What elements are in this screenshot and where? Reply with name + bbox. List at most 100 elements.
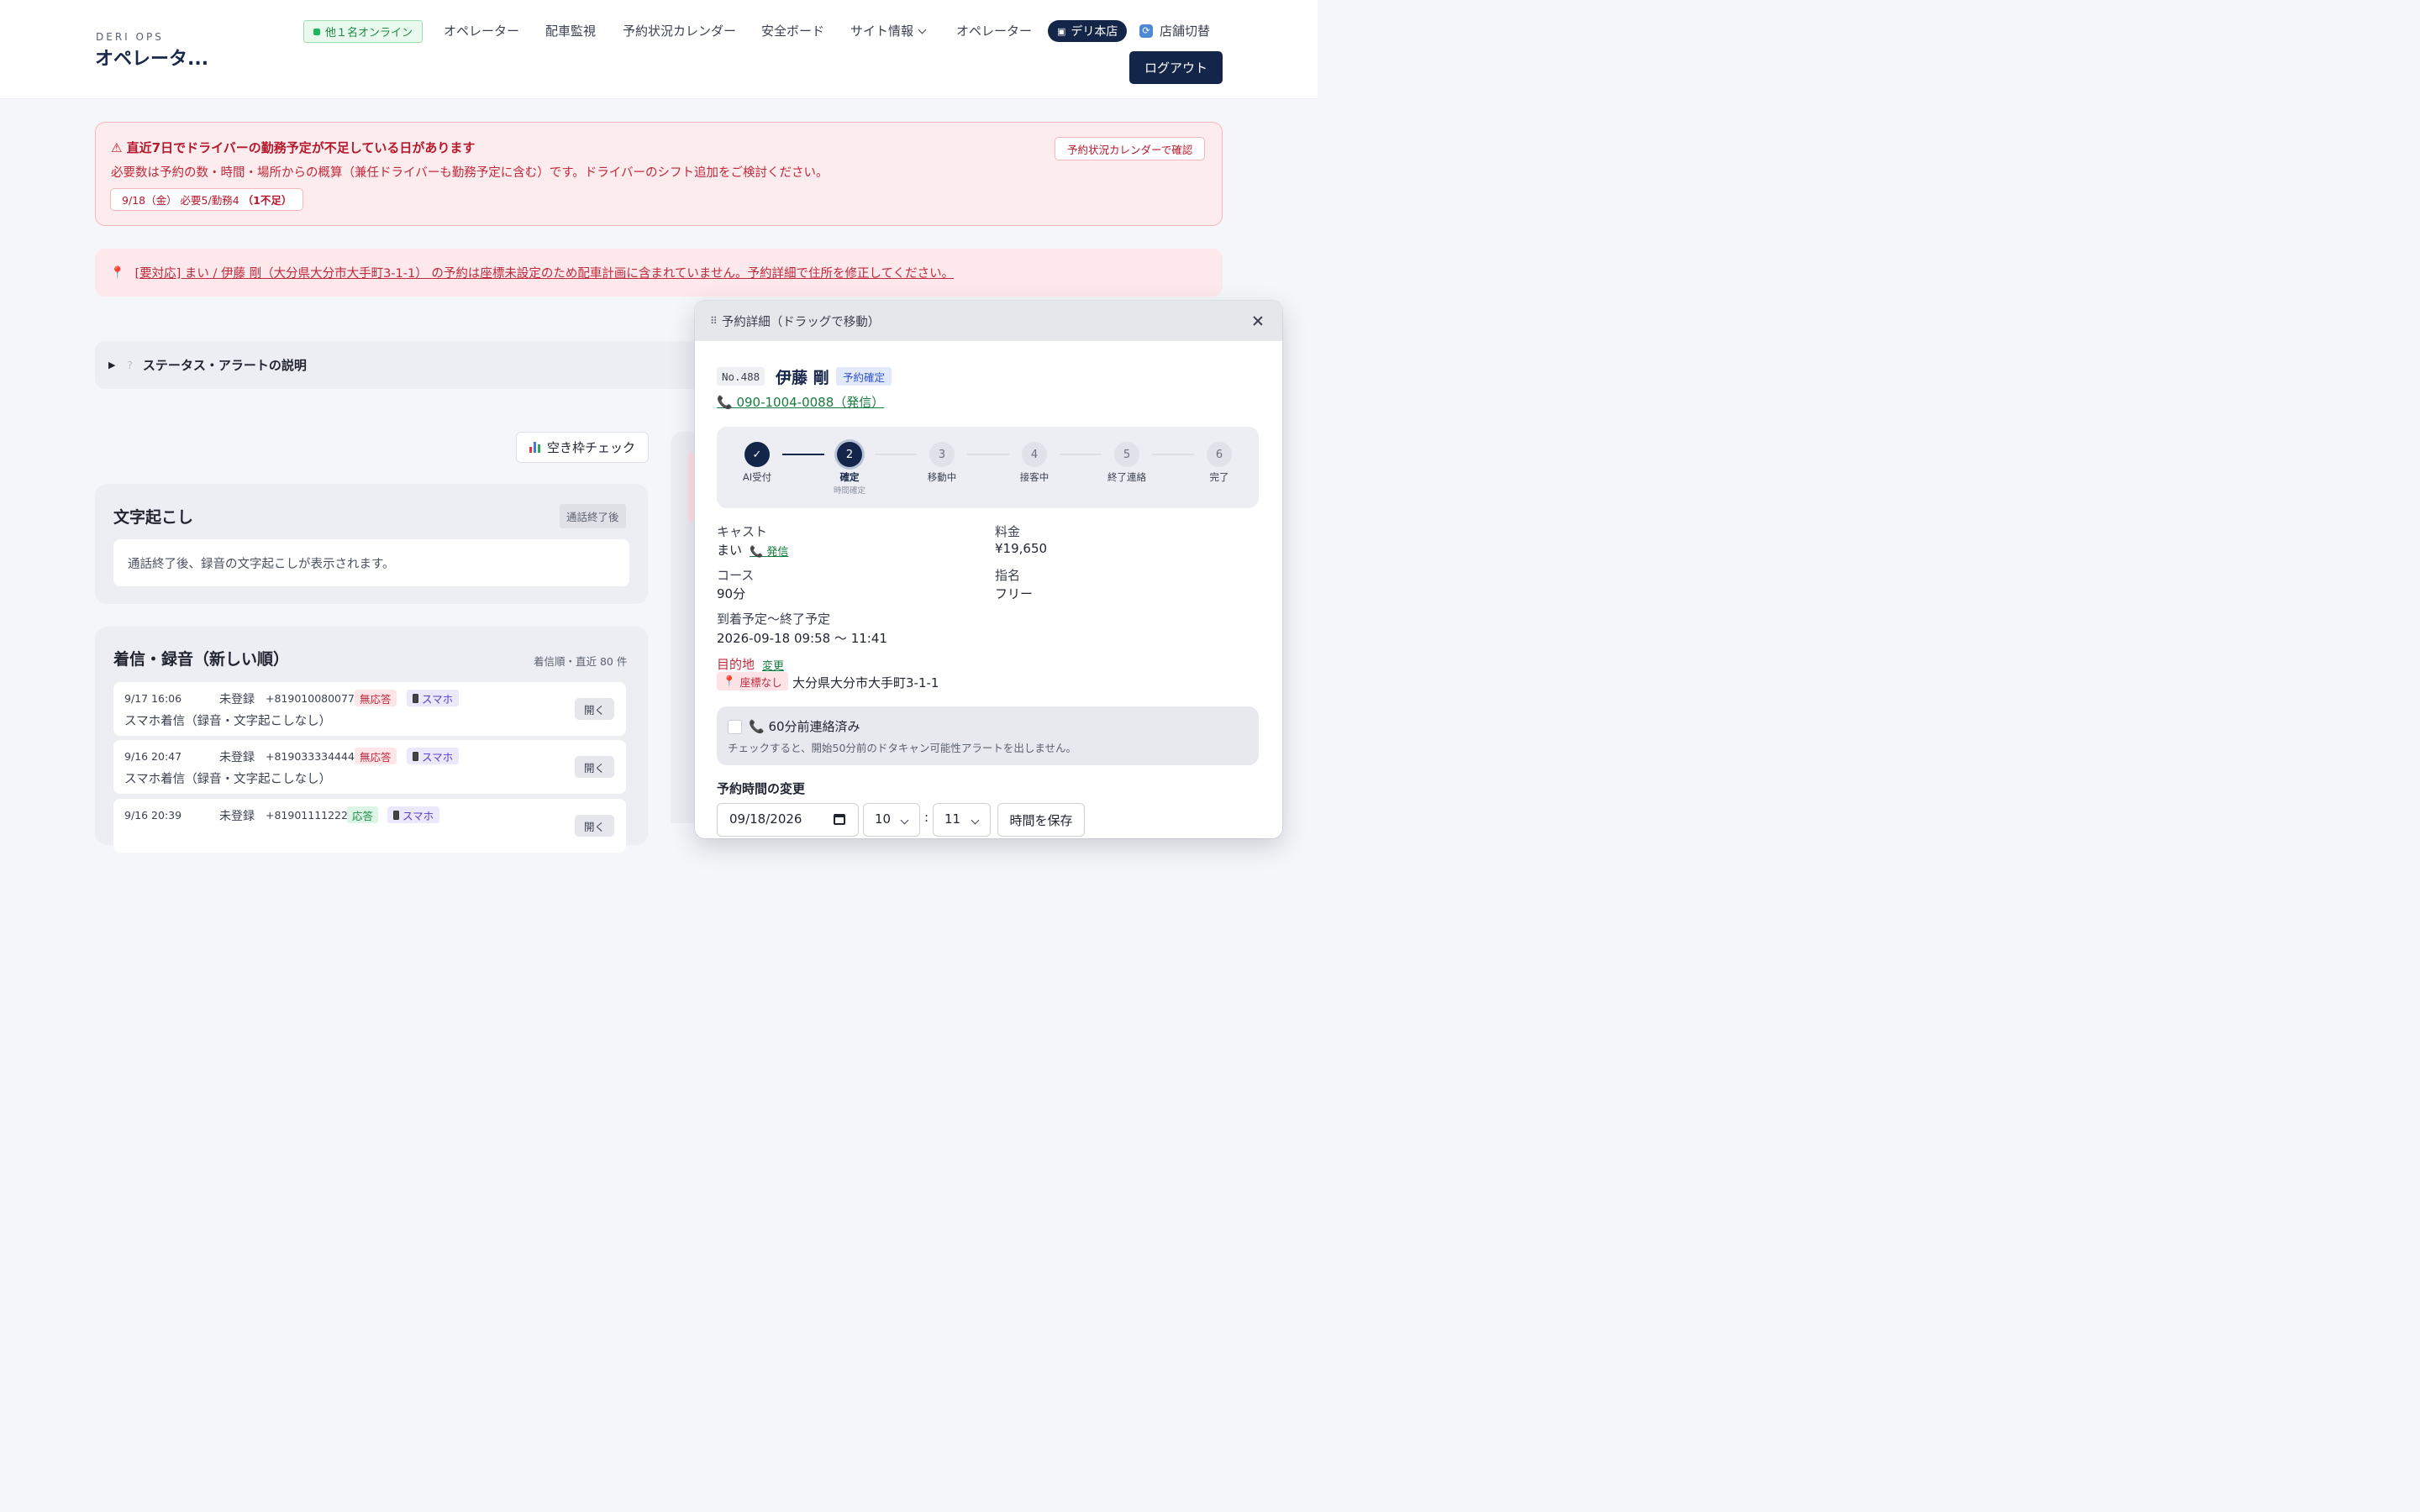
step-connector: [782, 454, 824, 455]
device-badge: スマホ: [407, 748, 460, 764]
destination-change-link[interactable]: 変更: [762, 657, 784, 673]
nomination-value: フリー: [995, 586, 1034, 601]
top-header: DERI OPS オペレータ... 他１名オンライン オペレーター 配車監視 予…: [0, 0, 1318, 99]
pre-contact-label[interactable]: 📞 60分前連絡済み: [749, 717, 860, 735]
step-label: 接客中: [1019, 471, 1050, 483]
hour-select[interactable]: 10: [863, 803, 920, 837]
reservation-detail-modal[interactable]: ⠿ 予約詳細（ドラッグで移動） No.488 伊藤 剛 予約確定 📞 090-1…: [695, 301, 1282, 838]
step-circle: 3: [929, 442, 955, 467]
destination-address: 大分県大分市大手町3-1-1: [792, 675, 939, 690]
caller-name: 未登録: [219, 693, 255, 706]
step-connector: [1060, 454, 1102, 455]
online-dot-icon: [313, 28, 320, 35]
device-label: スマホ: [422, 692, 454, 706]
help-icon: ?: [127, 359, 133, 371]
brand-subtitle: DERI OPS: [96, 31, 164, 43]
transcript-title: 文字起こし: [113, 508, 194, 527]
schedule-label: 到着予定〜終了予定: [717, 612, 831, 627]
step-label: 終了連絡: [1107, 471, 1146, 483]
call-description: スマホ着信（録音・文字起こしなし）: [124, 773, 332, 786]
reservation-status-badge: 予約確定: [836, 367, 892, 386]
vacancy-check-label: 空き枠チェック: [546, 440, 635, 455]
check-calendar-button[interactable]: 予約状況カレンダーで確認: [1055, 137, 1206, 160]
step-label: 完了: [1209, 471, 1229, 483]
logout-button[interactable]: ログアウト: [1129, 51, 1223, 84]
pre-contact-hint: チェックすると、開始50分前のドタキャン可能性アラートを出しません。: [728, 742, 1077, 754]
no-coordinates-label: 座標なし: [739, 675, 782, 689]
calls-card: 着信・録音（新しい順） 着信順・直近 80 件 9/17 16:06 未登録 +…: [95, 627, 648, 853]
schedule-value: 2026-09-18 09:58 〜 11:41: [717, 631, 887, 646]
nav-calendar[interactable]: 予約状況カレンダー: [623, 22, 736, 39]
step-circle: 2: [837, 442, 862, 467]
calls-meta: 着信順・直近 80 件: [534, 655, 628, 668]
nav-operator-2[interactable]: オペレーター: [956, 22, 1032, 39]
pre-contact-checkbox[interactable]: [728, 720, 742, 734]
drag-handle-icon: ⠿: [710, 315, 718, 327]
online-badge-label: 他１名オンライン: [325, 27, 413, 39]
cast-label: キャスト: [717, 524, 768, 539]
time-separator: :: [924, 810, 929, 825]
customer-phone-label: 090-1004-0088（発信）: [736, 395, 885, 410]
modal-drag-handle[interactable]: ⠿ 予約詳細（ドラッグで移動）: [695, 301, 1282, 341]
smartphone-icon: [413, 751, 418, 761]
nav-safety[interactable]: 安全ボード: [761, 22, 824, 39]
hour-value: 10: [875, 811, 892, 827]
call-row[interactable]: 9/16 20:39 未登録 +819011112222 応答 スマホ 開く: [113, 799, 626, 853]
caller-number: +819033334444: [266, 750, 355, 763]
step-sublabel: 時間確定: [833, 486, 865, 496]
course-label: コース: [717, 568, 755, 583]
smartphone-icon: [413, 693, 418, 703]
map-pin-icon: 📍: [110, 265, 125, 280]
refresh-icon: ⟳: [1139, 24, 1153, 38]
open-call-button[interactable]: 開く: [575, 815, 614, 837]
vacancy-check-button[interactable]: 空き枠チェック: [516, 432, 649, 463]
current-store-label: デリ本店: [1071, 25, 1118, 39]
nav-site-info[interactable]: サイト情報: [850, 22, 927, 39]
step-circle: 6: [1207, 442, 1232, 467]
nomination-label: 指名: [995, 568, 1021, 583]
phone-icon: 📞: [749, 719, 765, 734]
save-time-button[interactable]: 時間を保存: [997, 803, 1085, 837]
no-coordinates-badge: 📍 座標なし: [717, 672, 788, 690]
alert-title: ⚠ 直近7日でドライバーの勤務予定が不足している日があります: [111, 140, 476, 155]
cast-call-link[interactable]: 📞 発信: [750, 543, 788, 559]
call-time: 9/16 20:47: [124, 750, 182, 763]
nav-site-info-label: サイト情報: [850, 24, 914, 39]
step-connector: [1152, 454, 1194, 455]
caller-name: 未登録: [219, 751, 255, 764]
open-call-button[interactable]: 開く: [575, 756, 614, 778]
phone-icon: 📞: [717, 395, 733, 410]
nav-operator[interactable]: オペレーター: [444, 22, 519, 39]
customer-phone-link[interactable]: 📞 090-1004-0088（発信）: [717, 393, 884, 411]
transcript-body: 通話終了後、録音の文字起こしが表示されます。: [113, 539, 629, 586]
open-call-button[interactable]: 開く: [575, 698, 614, 720]
store-switch-link[interactable]: ⟳ 店舗切替: [1139, 22, 1210, 39]
chevron-down-icon: [900, 816, 909, 825]
calendar-icon[interactable]: [834, 814, 845, 825]
minute-select[interactable]: 11: [933, 803, 991, 837]
call-status-badge: 無応答: [355, 748, 397, 764]
course-value: 90分: [717, 586, 746, 601]
step-label: 確定: [839, 471, 860, 483]
fee-value: ¥19,650: [995, 541, 1048, 556]
shortage-day-chip: 9/18（金） 必要5/勤務4 （1不足）: [110, 188, 304, 211]
shortage-count: （1不足）: [242, 194, 292, 207]
call-row[interactable]: 9/16 20:47 未登録 +819033334444 無応答 スマホ スマホ…: [113, 740, 626, 794]
smartphone-icon: [393, 810, 399, 820]
minute-value: 11: [944, 811, 961, 827]
store-switch-label: 店舗切替: [1160, 24, 1211, 39]
step-connector: [967, 454, 1009, 455]
missing-coordinates-link[interactable]: [要対応] まい / 伊藤 剛（大分県大分市大手町3-1-1） の予約は座標未設…: [134, 264, 954, 281]
nav-dispatch[interactable]: 配車監視: [545, 22, 596, 39]
call-row[interactable]: 9/17 16:06 未登録 +819010080077 無応答 スマホ スマホ…: [113, 682, 626, 736]
transcript-card: 文字起こし 通話終了後 通話終了後、録音の文字起こしが表示されます。: [95, 484, 648, 604]
alert-description: 必要数は予約の数・時間・場所からの概算（兼任ドライバーも勤務予定に含む）です。ド…: [111, 166, 829, 180]
current-store-pill[interactable]: ▣ デリ本店: [1048, 20, 1128, 42]
bar-chart-icon: [529, 442, 540, 453]
date-input[interactable]: 09/18/2026: [717, 803, 859, 837]
date-value: 09/18/2026: [729, 811, 802, 827]
close-icon[interactable]: [1250, 313, 1265, 328]
status-explainer-label: ステータス・アラートの説明: [142, 358, 307, 373]
progress-stepper: ✓ AI受付 2 確定 時間確定 3 移動中 4 接客中 5 終了連絡 6 完了: [717, 427, 1259, 508]
destination-label: 目的地: [717, 657, 755, 672]
